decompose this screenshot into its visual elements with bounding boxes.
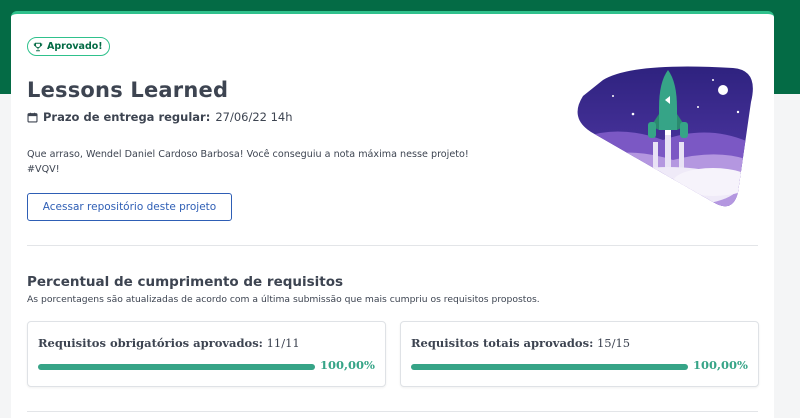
deadline: Prazo de entrega regular: 27/06/22 14h (27, 110, 293, 124)
section-divider (27, 245, 758, 246)
requirements-subtitle: As porcentagens são atualizadas de acord… (27, 294, 540, 305)
progress-bar (38, 364, 315, 370)
project-card: Aprovado! Lessons Learned Prazo de entre… (11, 11, 774, 418)
total-requirements-card: Requisitos totais aprovados: 15/15 100,0… (400, 321, 759, 387)
req-label-text: Requisitos totais aprovados: (411, 336, 594, 350)
congrats-message: Que arraso, Wendel Daniel Cardoso Barbos… (27, 147, 497, 177)
progress-fill (411, 364, 688, 370)
req-count: 15/15 (596, 336, 631, 350)
hashtag-line: #VQV! (27, 164, 60, 175)
calendar-icon (27, 112, 38, 123)
progress-percent: 100,00% (693, 358, 748, 372)
deadline-label: Prazo de entrega regular: (43, 110, 211, 124)
req-label: Requisitos obrigatórios aprovados: 11/11 (38, 336, 300, 350)
section-divider (27, 411, 758, 412)
trophy-icon (33, 42, 43, 51)
req-label: Requisitos totais aprovados: 15/15 (411, 336, 630, 350)
deadline-value: 27/06/22 14h (215, 110, 293, 124)
requirements-title: Percentual de cumprimento de requisitos (27, 274, 344, 290)
req-label-text: Requisitos obrigatórios aprovados: (38, 336, 263, 350)
mandatory-requirements-card: Requisitos obrigatórios aprovados: 11/11… (27, 321, 386, 387)
progress-percent: 100,00% (320, 358, 375, 372)
req-count: 11/11 (266, 336, 300, 350)
status-badge: Aprovado! (27, 37, 110, 56)
status-badge-label: Aprovado! (47, 41, 103, 52)
rocket-illustration (577, 66, 753, 207)
repository-button[interactable]: Acessar repositório deste projeto (27, 193, 232, 221)
progress-bar (411, 364, 688, 370)
congrats-line: Que arraso, Wendel Daniel Cardoso Barbos… (27, 149, 469, 160)
page-title: Lessons Learned (27, 78, 229, 102)
progress-fill (38, 364, 315, 370)
